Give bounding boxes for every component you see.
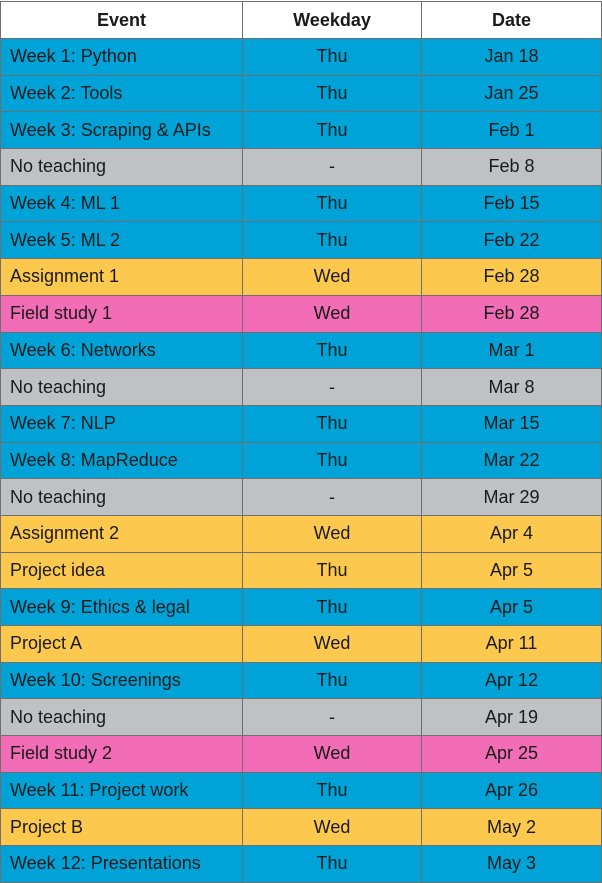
- date-cell: Mar 1: [421, 331, 602, 370]
- date-cell: Jan 18: [421, 38, 602, 76]
- weekday-cell: -: [242, 478, 422, 516]
- date-cell: Apr 12: [421, 661, 602, 700]
- weekday-cell: Thu: [242, 331, 422, 370]
- weekday-cell: -: [242, 698, 422, 737]
- weekday-cell: Wed: [242, 735, 422, 773]
- weekday-cell: -: [242, 148, 422, 186]
- table-row: Week 1: Python Thu Jan 18: [0, 38, 602, 76]
- table-row: No teaching - Mar 29: [0, 478, 602, 516]
- event-cell: Week 4: ML 1: [0, 184, 243, 223]
- event-cell: Week 5: ML 2: [0, 221, 243, 260]
- weekday-cell: Thu: [242, 845, 422, 883]
- schedule-body: Week 1: Python Thu Jan 18 Week 2: Tools Thu J…: [0, 38, 602, 883]
- table-row: No teaching - Feb 8: [0, 148, 602, 186]
- weekday-cell: Wed: [242, 258, 422, 296]
- date-cell: Mar 29: [421, 478, 602, 516]
- date-cell: Apr 4: [421, 514, 602, 553]
- table-row: Week 4: ML 1 Thu Feb 15: [0, 184, 602, 223]
- weekday-cell: Thu: [242, 184, 422, 223]
- event-cell: Field study 2: [0, 735, 243, 773]
- date-cell: Mar 22: [421, 441, 602, 480]
- date-cell: Feb 22: [421, 221, 602, 260]
- weekday-cell: -: [242, 368, 422, 406]
- event-cell: Week 3: Scraping & APIs: [0, 111, 243, 150]
- weekday-cell: Wed: [242, 625, 422, 663]
- date-cell: Jan 25: [421, 74, 602, 113]
- header-weekday: Weekday: [242, 1, 422, 39]
- event-cell: Week 10: Screenings: [0, 661, 243, 700]
- event-cell: Week 8: MapReduce: [0, 441, 243, 480]
- header-event: Event: [0, 1, 243, 39]
- date-cell: Feb 28: [421, 294, 602, 333]
- event-cell: Assignment 1: [0, 258, 243, 296]
- date-cell: Apr 26: [421, 771, 602, 810]
- weekday-cell: Wed: [242, 514, 422, 553]
- date-cell: Apr 19: [421, 698, 602, 737]
- table-row: Project B Wed May 2: [0, 808, 602, 847]
- date-cell: Feb 15: [421, 184, 602, 223]
- event-cell: No teaching: [0, 478, 243, 516]
- weekday-cell: Thu: [242, 74, 422, 113]
- event-cell: Week 6: Networks: [0, 331, 243, 370]
- table-row: Week 3: Scraping & APIs Thu Feb 1: [0, 111, 602, 150]
- date-cell: Feb 8: [421, 148, 602, 186]
- event-cell: Assignment 2: [0, 514, 243, 553]
- table-row: Assignment 1 Wed Feb 28: [0, 258, 602, 296]
- table-row: No teaching - Apr 19: [0, 698, 602, 737]
- event-cell: Field study 1: [0, 294, 243, 333]
- schedule-table: Event Weekday Date Week 1: Python Thu Jan …: [0, 1, 602, 883]
- weekday-cell: Thu: [242, 588, 422, 626]
- table-row: Week 10: Screenings Thu Apr 12: [0, 661, 602, 700]
- date-cell: Feb 1: [421, 111, 602, 150]
- table-row: Week 2: Tools Thu Jan 25: [0, 74, 602, 113]
- date-cell: Mar 15: [421, 404, 602, 443]
- event-cell: No teaching: [0, 148, 243, 186]
- table-row: Week 9: Ethics & legal Thu Apr 5: [0, 588, 602, 626]
- date-cell: Feb 28: [421, 258, 602, 296]
- table-row: Week 6: Networks Thu Mar 1: [0, 331, 602, 370]
- event-cell: Week 7: NLP: [0, 404, 243, 443]
- date-cell: May 3: [421, 845, 602, 883]
- event-cell: No teaching: [0, 368, 243, 406]
- date-cell: Apr 5: [421, 551, 602, 590]
- table-row: Week 8: MapReduce Thu Mar 22: [0, 441, 602, 480]
- event-cell: Week 12: Presentations: [0, 845, 243, 883]
- event-cell: Week 1: Python: [0, 38, 243, 76]
- event-cell: No teaching: [0, 698, 243, 737]
- event-cell: Project A: [0, 625, 243, 663]
- event-cell: Week 11: Project work: [0, 771, 243, 810]
- date-cell: Apr 25: [421, 735, 602, 773]
- header-row: Event Weekday Date: [0, 1, 602, 39]
- table-row: Project idea Thu Apr 5: [0, 551, 602, 590]
- date-cell: May 2: [421, 808, 602, 847]
- event-cell: Project B: [0, 808, 243, 847]
- date-cell: Apr 5: [421, 588, 602, 626]
- event-cell: Project idea: [0, 551, 243, 590]
- weekday-cell: Thu: [242, 661, 422, 700]
- event-cell: Week 2: Tools: [0, 74, 243, 113]
- table-row: Field study 2 Wed Apr 25: [0, 735, 602, 773]
- weekday-cell: Thu: [242, 771, 422, 810]
- weekday-cell: Wed: [242, 808, 422, 847]
- weekday-cell: Thu: [242, 221, 422, 260]
- date-cell: Mar 8: [421, 368, 602, 406]
- event-cell: Week 9: Ethics & legal: [0, 588, 243, 626]
- date-cell: Apr 11: [421, 625, 602, 663]
- table-row: Week 11: Project work Thu Apr 26: [0, 771, 602, 810]
- table-row: Field study 1 Wed Feb 28: [0, 294, 602, 333]
- weekday-cell: Wed: [242, 294, 422, 333]
- header-date: Date: [421, 1, 602, 39]
- table-row: Week 7: NLP Thu Mar 15: [0, 404, 602, 443]
- table-row: Week 12: Presentations Thu May 3: [0, 845, 602, 883]
- table-row: Project A Wed Apr 11: [0, 625, 602, 663]
- weekday-cell: Thu: [242, 404, 422, 443]
- table-row: No teaching - Mar 8: [0, 368, 602, 406]
- weekday-cell: Thu: [242, 441, 422, 480]
- table-row: Week 5: ML 2 Thu Feb 22: [0, 221, 602, 260]
- weekday-cell: Thu: [242, 551, 422, 590]
- weekday-cell: Thu: [242, 111, 422, 150]
- table-row: Assignment 2 Wed Apr 4: [0, 514, 602, 553]
- weekday-cell: Thu: [242, 38, 422, 76]
